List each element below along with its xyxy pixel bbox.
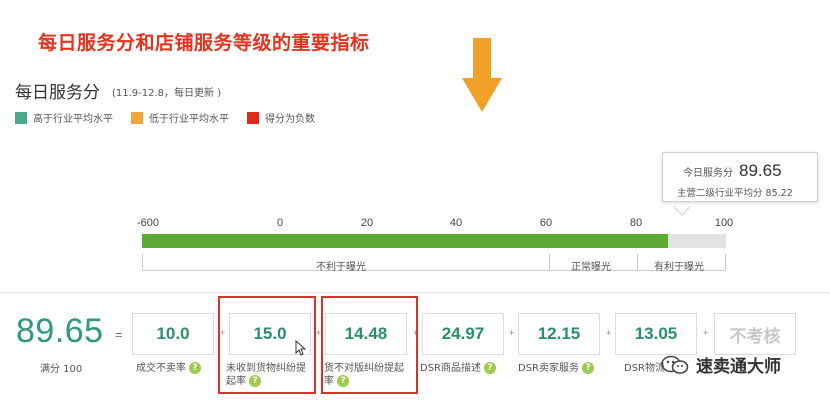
- metric-box-dsr-description[interactable]: 24.97: [422, 313, 504, 355]
- help-icon[interactable]: ?: [484, 362, 496, 374]
- tooltip-today-value: 89.65: [739, 161, 782, 180]
- tooltip-industry-label: 主营二级行业平均分: [677, 188, 763, 199]
- section-title: 每日服务分: [15, 83, 100, 103]
- scale-tick: -600: [136, 217, 160, 229]
- metric-label-unsold-rate: 成交不卖率?: [136, 362, 201, 375]
- score-bar-fill: [142, 234, 668, 248]
- legend-label-negative: 得分为负数: [265, 114, 315, 125]
- metric-label-dsr-logistics: DSR物流服务: [624, 362, 664, 375]
- metric-label-dsr-description: DSR商品描述?: [420, 362, 496, 375]
- zone-divider: [142, 254, 143, 270]
- legend-swatch-negative: [247, 111, 259, 124]
- mouse-cursor-icon: [295, 340, 307, 356]
- watermark-text: 速卖通大师: [696, 357, 781, 377]
- zone-label-favorable: 有利于曝光: [654, 262, 704, 273]
- legend-swatch-below: [131, 111, 143, 124]
- plus-sign: +: [606, 328, 612, 338]
- equals-sign: =: [115, 327, 123, 342]
- scale-tick: 100: [714, 217, 734, 229]
- metric-label-text: DSR商品描述: [420, 363, 481, 374]
- headline: 每日服务分和店铺服务等级的重要指标: [38, 32, 370, 54]
- legend-label-below: 低于行业平均水平: [149, 114, 229, 125]
- legend-swatch-above: [15, 111, 27, 124]
- legend-label-above: 高于行业平均水平: [33, 114, 113, 125]
- metric-box-unsold-rate[interactable]: 10.0: [132, 313, 214, 355]
- tooltip-today-row: 今日服务分 89.65: [683, 161, 782, 181]
- zone-divider: [725, 254, 726, 270]
- legend: 高于行业平均水平 低于行业平均水平 得分为负数: [15, 110, 315, 125]
- total-score: 89.65: [16, 312, 104, 350]
- tooltip-today-label: 今日服务分: [683, 168, 733, 179]
- score-bar: [142, 234, 726, 248]
- watermark: 速卖通大师: [660, 352, 781, 377]
- plus-sign: +: [509, 328, 515, 338]
- scale-tick: 80: [629, 217, 643, 229]
- scale-tick: 60: [539, 217, 553, 229]
- zone-baseline: [142, 270, 726, 271]
- scale-tick: 40: [449, 217, 463, 229]
- legend-item-above: 高于行业平均水平: [15, 110, 113, 125]
- tooltip-industry-value: 85.22: [765, 188, 793, 199]
- legend-item-below: 低于行业平均水平: [131, 110, 229, 125]
- scale-tick: 0: [276, 217, 284, 229]
- metric-box-not-assessed[interactable]: 不考核: [714, 313, 796, 355]
- legend-item-negative: 得分为负数: [247, 110, 315, 125]
- zone-label-normal: 正常曝光: [571, 262, 611, 273]
- metric-label-dsr-service: DSR卖家服务?: [518, 362, 594, 375]
- scale-tick: 20: [360, 217, 374, 229]
- down-arrow-icon: [462, 38, 502, 112]
- full-score-label: 满分 100: [40, 364, 83, 375]
- plus-sign: +: [703, 328, 709, 338]
- divider: [0, 292, 830, 293]
- metric-box-dsr-service[interactable]: 12.15: [518, 313, 600, 355]
- wechat-icon: [661, 355, 689, 374]
- metric-box-dsr-logistics[interactable]: 13.05: [615, 313, 697, 355]
- zone-divider: [549, 254, 550, 270]
- highlight-box-not-as-described: [321, 296, 418, 394]
- metric-label-text: 成交不卖率: [136, 363, 186, 374]
- score-tooltip: 今日服务分 89.65 主营二级行业平均分 85.22: [662, 152, 818, 202]
- help-icon[interactable]: ?: [189, 362, 201, 374]
- zone-label-unfavorable: 不利于曝光: [316, 262, 366, 273]
- metric-label-text: DSR卖家服务: [518, 363, 579, 374]
- metric-label-text: DSR物流服务: [624, 363, 664, 374]
- date-range: (11.9-12.8，每日更新 ): [112, 88, 222, 99]
- zone-divider: [637, 254, 638, 270]
- tooltip-industry-row: 主营二级行业平均分 85.22: [677, 185, 793, 199]
- help-icon[interactable]: ?: [582, 362, 594, 374]
